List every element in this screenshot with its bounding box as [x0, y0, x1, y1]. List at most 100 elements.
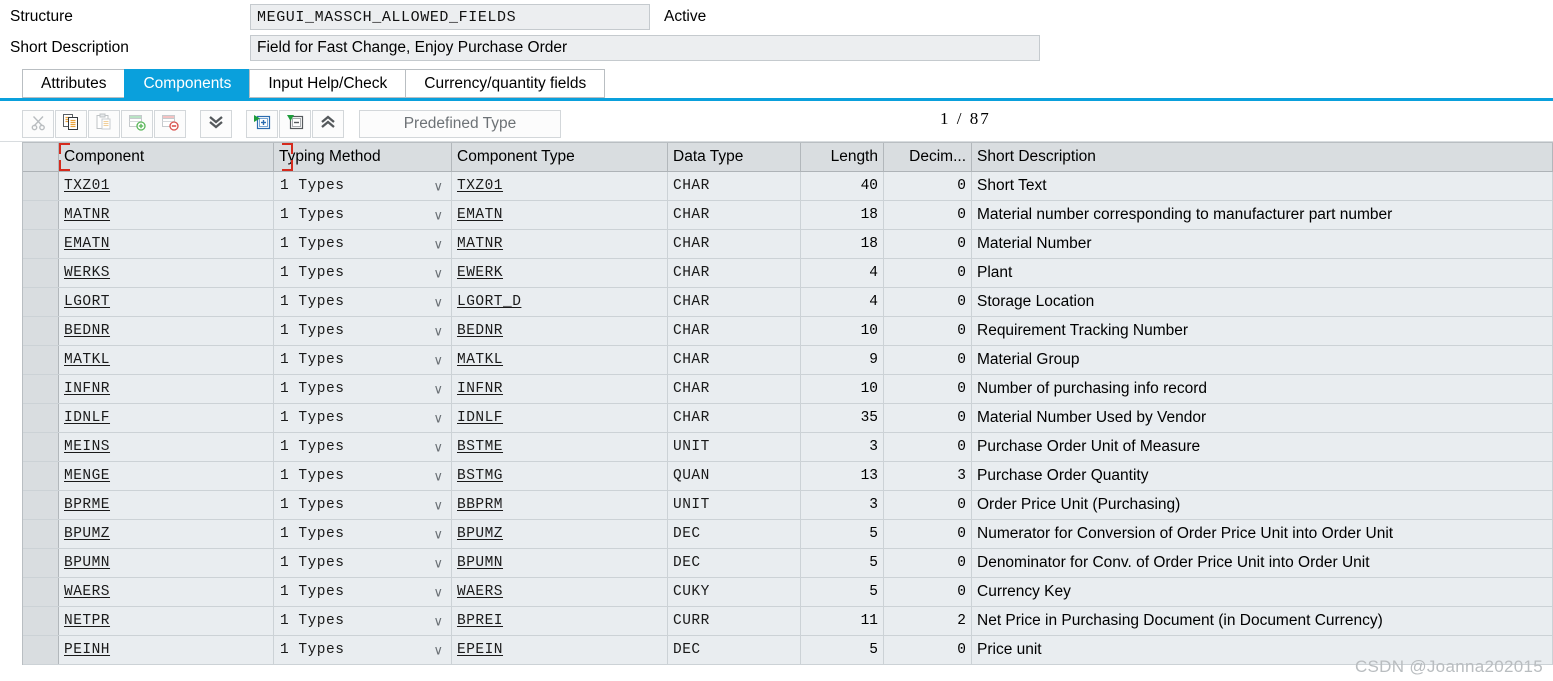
- cell-length[interactable]: 18: [801, 201, 884, 229]
- cell-component-text[interactable]: EMATN: [64, 236, 110, 252]
- cell-length[interactable]: 3: [801, 433, 884, 461]
- cell-data-type[interactable]: CHAR: [668, 317, 801, 345]
- cell-component[interactable]: BPRME: [59, 491, 274, 519]
- cell-component-text[interactable]: BPUMN: [64, 555, 110, 571]
- cell-component[interactable]: BPUMZ: [59, 520, 274, 548]
- cell-typing-method-text[interactable]: 1 Types: [279, 439, 344, 455]
- cell-component-type-text[interactable]: INFNR: [457, 381, 503, 397]
- cell-component-type[interactable]: EPEIN: [452, 636, 668, 664]
- table-row[interactable]: PEINH 1 Types ∨ EPEIN DEC 5 0 Price unit: [23, 636, 1553, 665]
- cell-typing-method-text[interactable]: 1 Types: [279, 294, 344, 310]
- cell-length[interactable]: 11: [801, 607, 884, 635]
- row-selector-15[interactable]: [23, 607, 59, 635]
- cell-component-text[interactable]: BPRME: [64, 497, 110, 513]
- cell-typing-method-text[interactable]: 1 Types: [279, 555, 344, 571]
- row-selector-3[interactable]: [23, 259, 59, 287]
- cell-data-type[interactable]: CHAR: [668, 259, 801, 287]
- cell-component[interactable]: MEINS: [59, 433, 274, 461]
- collapse-subscreen-button[interactable]: [279, 110, 311, 138]
- cell-decimals[interactable]: 0: [884, 549, 972, 577]
- cell-component-type-text[interactable]: BSTMG: [457, 468, 503, 484]
- cell-short-description[interactable]: Short Text: [972, 172, 1553, 200]
- cell-component-text[interactable]: BEDNR: [64, 323, 110, 339]
- cell-short-description[interactable]: Material Number: [972, 230, 1553, 258]
- tab-input-help-check[interactable]: Input Help/Check: [249, 69, 406, 98]
- cell-typing-method[interactable]: 1 Types ∨: [274, 201, 452, 229]
- tab-attributes[interactable]: Attributes: [22, 69, 125, 98]
- cell-decimals[interactable]: 0: [884, 172, 972, 200]
- cell-component-text[interactable]: TXZ01: [64, 178, 110, 194]
- cell-typing-method[interactable]: 1 Types ∨: [274, 317, 452, 345]
- cell-decimals[interactable]: 0: [884, 288, 972, 316]
- cell-data-type[interactable]: CHAR: [668, 346, 801, 374]
- cell-component-type[interactable]: BSTMG: [452, 462, 668, 490]
- chevron-down-icon[interactable]: ∨: [433, 470, 443, 483]
- table-row[interactable]: MEINS 1 Types ∨ BSTME UNIT 3 0 Purchase Order U…: [23, 433, 1553, 462]
- cell-component-type-text[interactable]: LGORT_D: [457, 294, 521, 310]
- row-selector-8[interactable]: [23, 404, 59, 432]
- cell-data-type[interactable]: CUKY: [668, 578, 801, 606]
- cell-component-type[interactable]: MATKL: [452, 346, 668, 374]
- cell-typing-method[interactable]: 1 Types ∨: [274, 462, 452, 490]
- cell-short-description[interactable]: Purchase Order Quantity: [972, 462, 1553, 490]
- cell-component-type-text[interactable]: BPUMZ: [457, 526, 503, 542]
- cell-typing-method-text[interactable]: 1 Types: [279, 381, 344, 397]
- cell-component-text[interactable]: IDNLF: [64, 410, 110, 426]
- cell-typing-method-text[interactable]: 1 Types: [279, 207, 344, 223]
- column-header-data-type[interactable]: Data Type: [668, 143, 801, 171]
- chevron-down-icon[interactable]: ∨: [433, 557, 443, 570]
- cell-typing-method-text[interactable]: 1 Types: [279, 642, 344, 658]
- cell-component-type[interactable]: BEDNR: [452, 317, 668, 345]
- cell-component-type[interactable]: IDNLF: [452, 404, 668, 432]
- short-description-field[interactable]: Field for Fast Change, Enjoy Purchase Or…: [250, 35, 1040, 61]
- cell-component-type[interactable]: BPUMN: [452, 549, 668, 577]
- cell-data-type[interactable]: DEC: [668, 549, 801, 577]
- cell-typing-method-text[interactable]: 1 Types: [279, 178, 344, 194]
- cell-component[interactable]: BEDNR: [59, 317, 274, 345]
- cell-typing-method-text[interactable]: 1 Types: [279, 352, 344, 368]
- column-header-component-type[interactable]: Component Type: [452, 143, 668, 171]
- cell-component-text[interactable]: PEINH: [64, 642, 110, 658]
- cell-component[interactable]: TXZ01: [59, 172, 274, 200]
- row-selector-11[interactable]: [23, 491, 59, 519]
- cell-component-type[interactable]: BPUMZ: [452, 520, 668, 548]
- cell-component[interactable]: MATNR: [59, 201, 274, 229]
- chevron-down-icon[interactable]: ∨: [433, 267, 443, 280]
- cell-component[interactable]: LGORT: [59, 288, 274, 316]
- cell-short-description[interactable]: Numerator for Conversion of Order Price …: [972, 520, 1553, 548]
- cell-length[interactable]: 10: [801, 317, 884, 345]
- cell-short-description[interactable]: Denominator for Conv. of Order Price Uni…: [972, 549, 1553, 577]
- cell-data-type[interactable]: CHAR: [668, 172, 801, 200]
- collapse-all-button[interactable]: [312, 110, 344, 138]
- cell-typing-method[interactable]: 1 Types ∨: [274, 404, 452, 432]
- chevron-down-icon[interactable]: ∨: [433, 441, 443, 454]
- cell-decimals[interactable]: 0: [884, 346, 972, 374]
- cell-decimals[interactable]: 2: [884, 607, 972, 635]
- cell-typing-method-text[interactable]: 1 Types: [279, 613, 344, 629]
- cell-data-type[interactable]: DEC: [668, 636, 801, 664]
- cell-typing-method[interactable]: 1 Types ∨: [274, 433, 452, 461]
- cell-length[interactable]: 40: [801, 172, 884, 200]
- cell-component-text[interactable]: MENGE: [64, 468, 110, 484]
- cell-component-type-text[interactable]: MATKL: [457, 352, 503, 368]
- cell-typing-method[interactable]: 1 Types ∨: [274, 375, 452, 403]
- row-selector-9[interactable]: [23, 433, 59, 461]
- cell-typing-method[interactable]: 1 Types ∨: [274, 230, 452, 258]
- cell-component-text[interactable]: MATNR: [64, 207, 110, 223]
- cell-component-text[interactable]: INFNR: [64, 381, 110, 397]
- table-row[interactable]: BEDNR 1 Types ∨ BEDNR CHAR 10 0 Requirement Tra…: [23, 317, 1553, 346]
- cell-length[interactable]: 18: [801, 230, 884, 258]
- cell-component-type[interactable]: MATNR: [452, 230, 668, 258]
- expand-subscreen-button[interactable]: [246, 110, 278, 138]
- cell-decimals[interactable]: 0: [884, 636, 972, 664]
- cell-data-type[interactable]: CHAR: [668, 230, 801, 258]
- cell-component[interactable]: MATKL: [59, 346, 274, 374]
- row-selector-7[interactable]: [23, 375, 59, 403]
- cell-length[interactable]: 5: [801, 636, 884, 664]
- chevron-down-icon[interactable]: ∨: [433, 412, 443, 425]
- cell-data-type[interactable]: QUAN: [668, 462, 801, 490]
- structure-name-field[interactable]: MEGUI_MASSCH_ALLOWED_FIELDS: [250, 4, 650, 30]
- cell-component[interactable]: PEINH: [59, 636, 274, 664]
- cell-length[interactable]: 9: [801, 346, 884, 374]
- cell-short-description[interactable]: Storage Location: [972, 288, 1553, 316]
